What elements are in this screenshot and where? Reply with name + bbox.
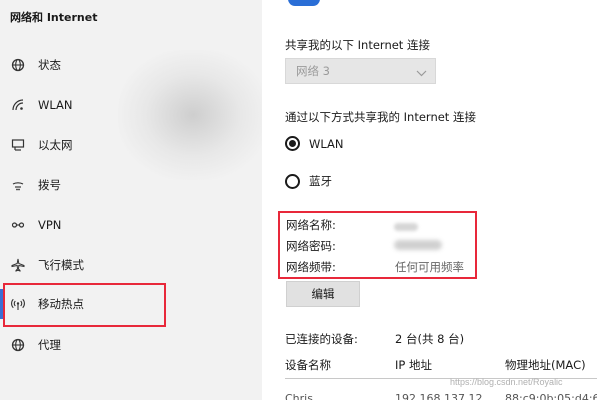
device-name-cell: Chris <box>285 392 313 400</box>
column-header-device-name: 设备名称 <box>285 358 331 372</box>
radio-wlan[interactable]: WLAN <box>285 136 344 151</box>
chevron-down-icon <box>416 62 427 81</box>
sidebar-item-label: 以太网 <box>38 138 73 152</box>
radio-button[interactable] <box>285 173 300 189</box>
network-band-value: 任何可用频率 <box>395 260 464 274</box>
device-mac-cell: 88:c9:0b:05:d4:69 <box>505 392 597 400</box>
sidebar-item-status[interactable]: 状态 <box>0 50 262 80</box>
sidebar-item-label: 飞行模式 <box>38 258 84 272</box>
sidebar-item-proxy[interactable]: 代理 <box>0 330 262 360</box>
redacted-network-password <box>394 240 442 250</box>
sidebar-item-ethernet[interactable]: 以太网 <box>0 130 262 160</box>
sidebar: 网络和 Internet 状态 WLAN 以太网 拨号 VPN 飞行模式 移动热… <box>0 0 262 400</box>
radio-label: WLAN <box>309 136 344 151</box>
network-password-label: 网络密码: <box>286 239 336 253</box>
radio-label: 蓝牙 <box>309 174 332 188</box>
hotspot-toggle[interactable] <box>288 0 320 6</box>
ethernet-icon <box>10 137 26 153</box>
radio-button[interactable] <box>285 136 300 151</box>
sidebar-title: 网络和 Internet <box>10 11 98 24</box>
sidebar-item-vpn[interactable]: VPN <box>0 210 262 240</box>
sidebar-item-label: 状态 <box>38 58 61 72</box>
sidebar-item-wlan[interactable]: WLAN <box>0 90 262 120</box>
airplane-icon <box>10 257 26 273</box>
radio-bluetooth[interactable]: 蓝牙 <box>285 173 332 189</box>
network-band-label: 网络频带: <box>286 260 336 274</box>
sidebar-item-airplane[interactable]: 飞行模式 <box>0 250 262 280</box>
share-over-label: 通过以下方式共享我的 Internet 连接 <box>285 110 476 124</box>
sidebar-item-dialup[interactable]: 拨号 <box>0 170 262 200</box>
wifi-icon <box>10 97 26 113</box>
sidebar-item-label: 代理 <box>38 338 61 352</box>
device-ip-cell: 192.168.137.12 <box>395 392 483 400</box>
dropdown-value: 网络 3 <box>296 64 330 78</box>
share-from-dropdown[interactable]: 网络 3 <box>285 58 436 84</box>
connected-devices-count: 2 台(共 8 台) <box>395 332 465 346</box>
status-globe-icon <box>10 57 26 73</box>
sidebar-item-label: WLAN <box>38 98 73 112</box>
redacted-network-name <box>394 223 418 231</box>
vpn-icon <box>10 217 26 233</box>
sidebar-item-label: VPN <box>38 218 62 232</box>
watermark: https://blog.csdn.net/Royalic <box>450 377 563 387</box>
edit-button[interactable]: 编辑 <box>286 281 360 307</box>
highlight-box <box>3 283 166 327</box>
column-header-ip: IP 地址 <box>395 358 432 372</box>
network-name-label: 网络名称: <box>286 218 336 232</box>
main-panel: 共享我的以下 Internet 连接 网络 3 通过以下方式共享我的 Inter… <box>262 0 597 400</box>
dialup-icon <box>10 177 26 193</box>
proxy-globe-icon <box>10 337 26 353</box>
share-from-label: 共享我的以下 Internet 连接 <box>285 38 430 52</box>
sidebar-item-label: 拨号 <box>38 178 61 192</box>
column-header-mac: 物理地址(MAC) <box>505 358 586 372</box>
connected-devices-label: 已连接的设备: <box>285 332 358 346</box>
